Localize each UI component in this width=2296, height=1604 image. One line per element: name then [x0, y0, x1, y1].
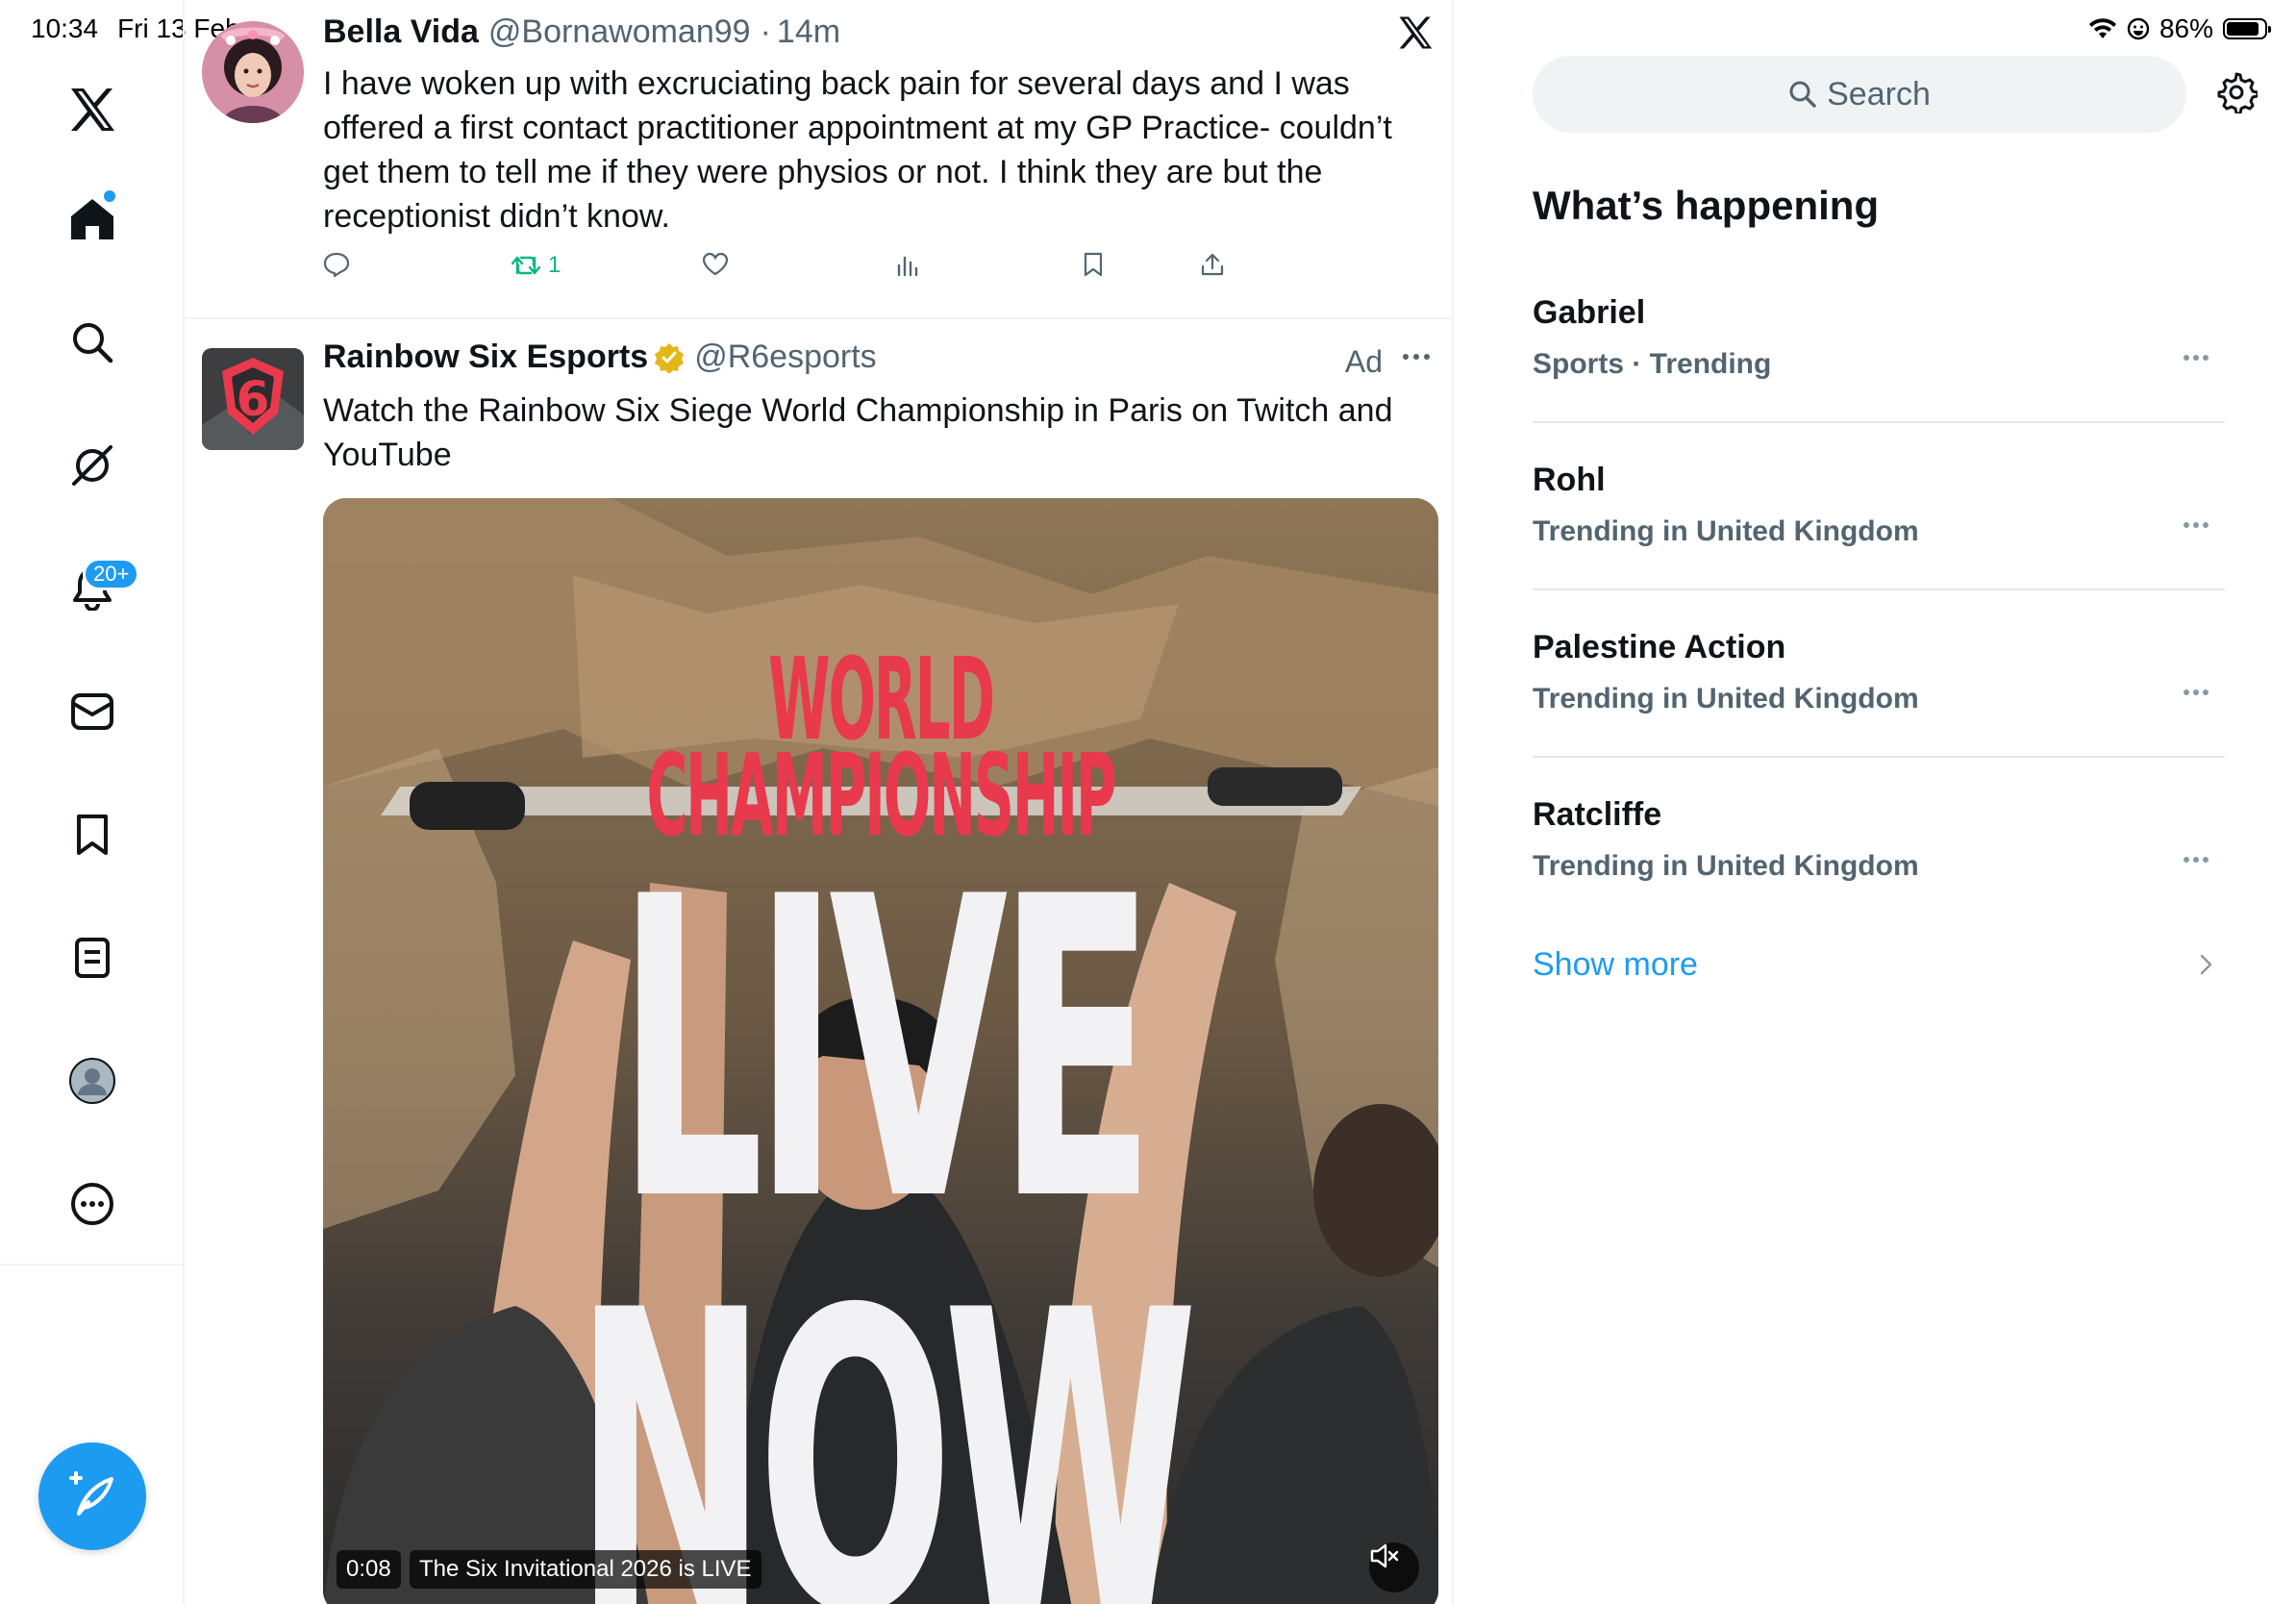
- timeline: Bella Vida @Bornawoman99 · 14m I have wo…: [185, 0, 1454, 1604]
- muted-speaker-icon: [1370, 1543, 1399, 1568]
- messages-icon[interactable]: [46, 665, 138, 758]
- home-new-dot: [102, 188, 117, 204]
- video-caption: The Six Invitational 2026 is LIVE: [410, 1550, 761, 1589]
- show-more-link[interactable]: Show more: [1533, 946, 1698, 984]
- left-navigation: 20+: [0, 0, 185, 1604]
- trend-item[interactable]: Ratcliffe Trending in United Kingdom: [1533, 796, 2225, 964]
- battery-fill: [2227, 22, 2259, 36]
- trend-more-icon[interactable]: [2183, 856, 2209, 864]
- wifi-icon: [2088, 17, 2117, 40]
- post-text: Watch the Rainbow Six Siege World Champi…: [323, 392, 1393, 473]
- bookmarks-icon[interactable]: [46, 789, 138, 881]
- trend-name: Ratcliffe: [1533, 796, 1662, 833]
- search-icon: [1789, 81, 1816, 108]
- mute-button[interactable]: [1369, 1542, 1419, 1592]
- x-logo-icon[interactable]: [46, 63, 138, 156]
- ad-label: Ad: [1344, 344, 1383, 379]
- home-icon[interactable]: [46, 173, 138, 265]
- trend-meta: Trending in United Kingdom: [1533, 850, 1919, 882]
- compose-button[interactable]: [38, 1442, 146, 1550]
- search-icon[interactable]: [46, 296, 138, 388]
- svg-text:6: 6: [237, 371, 270, 427]
- status-bar-right: 86%: [2088, 13, 2271, 44]
- post-rainbow-six-ad[interactable]: 6 Rainbow Six Esports @R6esports Ad Watc…: [185, 0, 1452, 1604]
- trend-item[interactable]: Gabriel Sports · Trending: [1533, 294, 2225, 462]
- verified-badge-icon: [654, 342, 685, 373]
- trend-name: Rohl: [1533, 462, 1606, 498]
- trend-divider: [1533, 756, 2225, 758]
- author-handle[interactable]: @R6esports: [694, 338, 876, 376]
- trend-meta: Trending in United Kingdom: [1533, 515, 1919, 547]
- live-now-headline: LIVE NOW: [573, 811, 1198, 1604]
- notification-badge: 20+: [83, 558, 140, 590]
- nav-divider: [0, 1264, 185, 1266]
- trend-meta: Sports · Trending: [1533, 348, 1772, 380]
- lists-icon[interactable]: [46, 912, 138, 1004]
- video-timestamp: 0:08: [337, 1550, 401, 1589]
- grok-icon[interactable]: [46, 419, 138, 512]
- video-player[interactable]: WORLD CHAMPIONSHIP LIVE NOW 0:08 The Six…: [323, 498, 1438, 1604]
- search-placeholder: Search: [1827, 75, 1931, 113]
- trend-divider: [1533, 589, 2225, 590]
- trend-item[interactable]: Rohl Trending in United Kingdom: [1533, 462, 2225, 629]
- focus-smiley-icon: [2127, 17, 2150, 40]
- trend-name: Palestine Action: [1533, 629, 1786, 665]
- trend-more-icon[interactable]: [2183, 689, 2209, 696]
- avatar[interactable]: 6: [202, 348, 304, 450]
- settings-gear-icon[interactable]: [2215, 71, 2258, 113]
- trend-divider: [1533, 421, 2225, 423]
- more-icon[interactable]: [46, 1158, 138, 1250]
- trend-meta: Trending in United Kingdom: [1533, 683, 1919, 714]
- profile-icon[interactable]: [46, 1035, 138, 1127]
- trend-name: Gabriel: [1533, 294, 1646, 331]
- whats-happening-title: What’s happening: [1533, 183, 1880, 228]
- trend-more-icon[interactable]: [2183, 354, 2209, 362]
- post-header: Rainbow Six Esports @R6esports: [323, 338, 877, 376]
- battery-icon: [2223, 18, 2271, 39]
- author-name[interactable]: Rainbow Six Esports: [323, 338, 648, 376]
- trend-more-icon[interactable]: [2183, 521, 2209, 529]
- chevron-right-icon[interactable]: [2198, 952, 2213, 977]
- battery-percent: 86%: [2159, 13, 2213, 43]
- search-input[interactable]: Search: [1533, 56, 2186, 133]
- compose-feather-icon: [69, 1471, 113, 1516]
- trend-item[interactable]: Palestine Action Trending in United King…: [1533, 629, 2225, 796]
- post-more-icon[interactable]: [1402, 352, 1431, 362]
